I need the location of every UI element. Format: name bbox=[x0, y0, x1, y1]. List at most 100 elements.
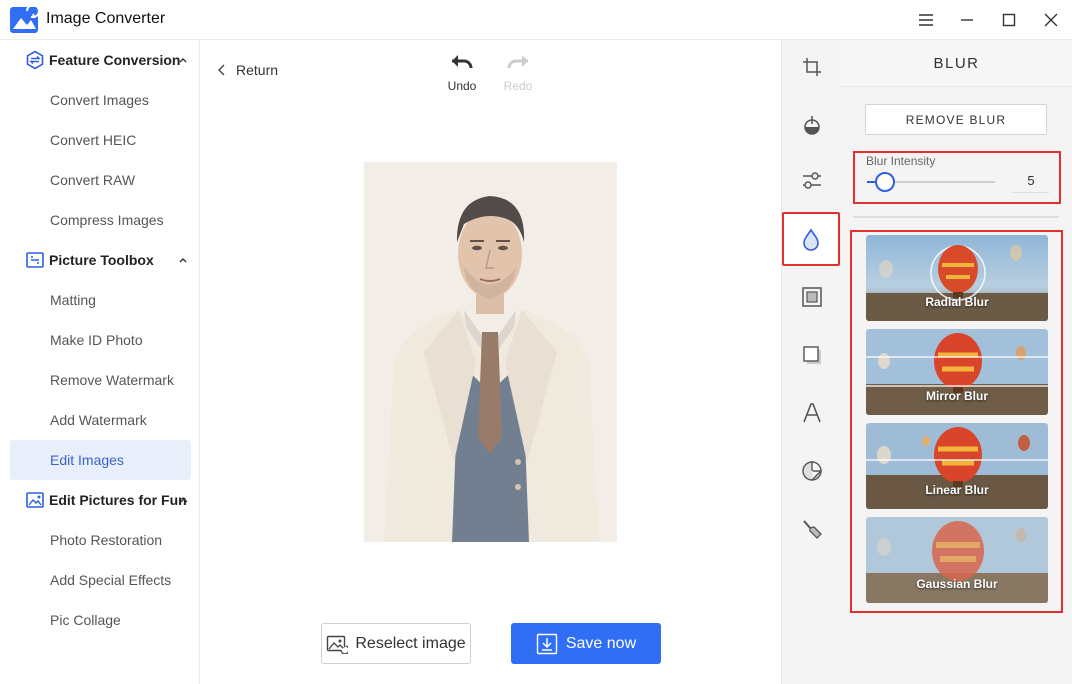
crop-icon bbox=[803, 58, 821, 76]
tool-blur[interactable] bbox=[782, 212, 840, 266]
frame-icon bbox=[802, 287, 822, 307]
remove-blur-label: REMOVE BLUR bbox=[905, 113, 1007, 127]
text-icon bbox=[803, 403, 821, 423]
tool-text[interactable] bbox=[782, 386, 842, 440]
sidebar-item-label: Remove Watermark bbox=[50, 372, 174, 388]
blur-intensity-slider[interactable] bbox=[867, 172, 995, 192]
save-now-button[interactable]: Save now bbox=[511, 623, 661, 664]
effect-linear-blur[interactable]: Linear Blur bbox=[866, 423, 1048, 509]
tool-rail bbox=[781, 40, 841, 684]
return-label: Return bbox=[236, 62, 279, 78]
chevron-up-icon bbox=[179, 258, 187, 263]
remove-blur-button[interactable]: REMOVE BLUR bbox=[865, 104, 1047, 135]
app-title: Image Converter bbox=[46, 10, 166, 27]
section-edit-pictures-for-fun[interactable]: Edit Pictures for Fun bbox=[0, 480, 200, 520]
effect-mirror-blur[interactable]: Mirror Blur bbox=[866, 329, 1048, 415]
sidebar-item-make-id-photo[interactable]: Make ID Photo bbox=[10, 320, 191, 360]
blur-icon bbox=[803, 228, 819, 251]
panel-header: BLUR bbox=[841, 40, 1072, 87]
chevron-left-icon bbox=[218, 64, 225, 76]
fun-picture-icon bbox=[26, 492, 44, 508]
title-bar: Image Converter bbox=[0, 0, 1072, 40]
effect-label: Radial Blur bbox=[925, 295, 989, 309]
photo-preview[interactable] bbox=[364, 162, 617, 542]
reselect-label: Reselect image bbox=[355, 634, 466, 652]
section-label: Edit Pictures for Fun bbox=[49, 492, 187, 508]
tool-filter[interactable] bbox=[782, 154, 842, 208]
return-button[interactable]: Return bbox=[218, 60, 278, 80]
sidebar-item-pic-collage[interactable]: Pic Collage bbox=[10, 600, 191, 640]
app-logo-icon bbox=[10, 5, 39, 33]
chevron-up-icon bbox=[179, 58, 187, 63]
undo-button[interactable]: Undo bbox=[442, 52, 482, 93]
sticker-icon bbox=[802, 461, 822, 481]
sidebar-item-convert-raw[interactable]: Convert RAW bbox=[10, 160, 191, 200]
download-icon bbox=[536, 633, 558, 654]
tool-shadow[interactable] bbox=[782, 328, 842, 382]
adjust-icon bbox=[804, 116, 820, 135]
sidebar-item-label: Compress Images bbox=[50, 212, 164, 228]
save-label: Save now bbox=[565, 634, 637, 652]
effect-radial-blur[interactable]: Radial Blur bbox=[866, 235, 1048, 321]
sidebar-item-matting[interactable]: Matting bbox=[10, 280, 191, 320]
sidebar-item-label: Add Watermark bbox=[50, 412, 147, 428]
sidebar-item-label: Convert Images bbox=[50, 92, 149, 108]
portrait-image bbox=[364, 162, 617, 542]
tool-frame[interactable] bbox=[782, 270, 842, 324]
blur-intensity-control: Blur Intensity 5 bbox=[853, 151, 1061, 204]
section-label: Picture Toolbox bbox=[49, 252, 154, 268]
redo-icon bbox=[507, 55, 528, 69]
minimize-icon[interactable] bbox=[955, 8, 979, 32]
reselect-image-button[interactable]: Reselect image bbox=[321, 623, 471, 664]
sidebar-item-label: Pic Collage bbox=[50, 612, 121, 628]
close-icon[interactable] bbox=[1039, 8, 1063, 32]
sidebar-item-convert-heic[interactable]: Convert HEIC bbox=[10, 120, 191, 160]
sidebar-item-compress-images[interactable]: Compress Images bbox=[10, 200, 191, 240]
menu-icon[interactable] bbox=[914, 8, 938, 32]
redo-button[interactable]: Redo bbox=[498, 52, 538, 93]
slider-thumb[interactable] bbox=[875, 172, 896, 192]
blur-intensity-label: Blur Intensity bbox=[866, 154, 936, 168]
sidebar: Feature Conversion Convert Images Conver… bbox=[0, 40, 200, 684]
panel-title: BLUR bbox=[933, 55, 980, 72]
blur-effects-list: Radial Blur Mirror Blur Linear Blur Gaus… bbox=[850, 230, 1063, 613]
tool-brush[interactable] bbox=[782, 502, 842, 556]
sidebar-item-add-special-effects[interactable]: Add Special Effects bbox=[10, 560, 191, 600]
blur-intensity-value[interactable]: 5 bbox=[1013, 169, 1049, 193]
filter-icon bbox=[803, 172, 821, 189]
maximize-icon[interactable] bbox=[997, 8, 1021, 32]
sidebar-item-label: Convert HEIC bbox=[50, 132, 137, 148]
tool-crop[interactable] bbox=[782, 40, 842, 94]
brush-icon bbox=[803, 520, 822, 539]
editor-area: Return Undo Redo Reselect image Save now bbox=[200, 40, 781, 684]
chevron-up-icon bbox=[180, 498, 188, 503]
sidebar-item-add-watermark[interactable]: Add Watermark bbox=[10, 400, 191, 440]
sidebar-item-label: Edit Images bbox=[50, 452, 124, 468]
undo-icon bbox=[452, 55, 473, 69]
section-picture-toolbox[interactable]: Picture Toolbox bbox=[0, 240, 200, 280]
reselect-image-icon bbox=[327, 635, 349, 654]
app-window: Image Converter Feature Conversion Conve… bbox=[0, 0, 1072, 684]
effect-label: Gaussian Blur bbox=[916, 577, 998, 591]
sidebar-item-edit-images[interactable]: Edit Images bbox=[10, 440, 191, 480]
sidebar-item-label: Matting bbox=[50, 292, 96, 308]
redo-label: Redo bbox=[503, 79, 533, 93]
sidebar-item-label: Convert RAW bbox=[50, 172, 136, 188]
undo-label: Undo bbox=[447, 79, 477, 93]
sidebar-item-photo-restoration[interactable]: Photo Restoration bbox=[10, 520, 191, 560]
sidebar-item-convert-images[interactable]: Convert Images bbox=[10, 80, 191, 120]
toolbox-icon bbox=[26, 252, 44, 268]
section-feature-conversion[interactable]: Feature Conversion bbox=[0, 40, 200, 80]
divider bbox=[853, 216, 1059, 218]
blur-panel: BLUR REMOVE BLUR Blur Intensity 5 Radial… bbox=[841, 40, 1072, 684]
effect-gaussian-blur[interactable]: Gaussian Blur bbox=[866, 517, 1048, 603]
shadow-icon bbox=[803, 346, 821, 364]
tool-adjust[interactable] bbox=[782, 98, 842, 152]
section-label: Feature Conversion bbox=[49, 52, 181, 68]
effect-label: Linear Blur bbox=[925, 483, 989, 497]
convert-icon bbox=[26, 50, 44, 70]
sidebar-item-label: Photo Restoration bbox=[50, 532, 163, 548]
sidebar-item-remove-watermark[interactable]: Remove Watermark bbox=[10, 360, 191, 400]
tool-sticker[interactable] bbox=[782, 444, 842, 498]
sidebar-item-label: Make ID Photo bbox=[50, 332, 143, 348]
